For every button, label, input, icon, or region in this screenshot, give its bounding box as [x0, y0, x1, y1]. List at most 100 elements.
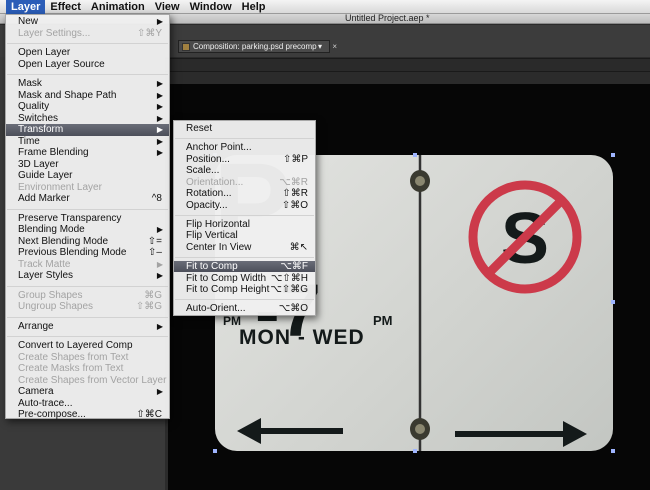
menu-item-label: Ungroup Shapes [18, 301, 94, 312]
submenu-arrow-icon: ▶ [156, 113, 163, 123]
transform-item-auto-orient[interactable]: Auto-Orient... ⌥⌘O [174, 303, 315, 315]
layer-handle-tc[interactable] [413, 153, 417, 157]
layer-handle-bc[interactable] [413, 449, 417, 453]
menu-item-guide-layer[interactable]: Guide Layer [6, 170, 169, 182]
menu-item-label: Fit to Comp [186, 260, 238, 272]
menu-item-label: Fit to Comp Height [186, 284, 270, 296]
menu-separator [175, 215, 314, 217]
submenu-arrow-icon: ▶ [156, 136, 163, 146]
menu-item-add-marker[interactable]: Add Marker ^8 [6, 193, 169, 205]
menu-item-open-layer-source[interactable]: Open Layer Source [6, 59, 169, 71]
menu-item-label: Switches [18, 112, 59, 124]
composition-tab[interactable]: Composition: parking.psd precomp ▾ × [178, 40, 337, 53]
menu-item-time[interactable]: Time ▶ [6, 136, 169, 148]
close-icon[interactable]: × [332, 41, 337, 52]
menu-separator [7, 208, 168, 210]
menu-item-open-layer[interactable]: Open Layer [6, 47, 169, 59]
layer-handle-br[interactable] [611, 449, 615, 453]
sign-days: MON - WED [239, 326, 365, 349]
transform-item-fit-to-comp-height[interactable]: Fit to Comp Height ⌥⇧⌘G [174, 284, 315, 296]
menu-item-label: Guide Layer [18, 170, 73, 181]
menu-item-frame-blending[interactable]: Frame Blending ▶ [6, 147, 169, 159]
submenu-arrow-icon: ▶ [156, 271, 163, 280]
menu-item-label: Open Layer [18, 47, 71, 58]
menu-item-preserve-transparency[interactable]: Preserve Transparency [6, 213, 169, 225]
menu-item-label: Mask and Shape Path [18, 89, 117, 101]
menu-item-label: Group Shapes [18, 289, 83, 301]
menu-item-label: Time [18, 135, 40, 147]
menu-item-mask-and-shape-path[interactable]: Mask and Shape Path ▶ [6, 90, 169, 102]
shortcut-label: ⌘↖ [289, 242, 308, 253]
transform-item-fit-to-comp[interactable]: Fit to Comp ⌥⌘F [174, 260, 315, 273]
menu-effect[interactable]: Effect [45, 0, 86, 14]
transform-item-flip-horizontal[interactable]: Flip Horizontal [174, 219, 315, 231]
menu-item-quality[interactable]: Quality ▶ [6, 101, 169, 113]
menu-separator [175, 138, 314, 140]
transform-item-orientation: Orientation... ⌥⌘R [174, 177, 315, 189]
menu-item-label: Orientation... [186, 176, 244, 188]
menu-separator [7, 336, 168, 337]
transform-item-fit-to-comp-width[interactable]: Fit to Comp Width ⌥⇧⌘H [174, 273, 315, 285]
menu-item-switches[interactable]: Switches ▶ [6, 113, 169, 125]
menu-item-label: Reset [186, 123, 213, 134]
menu-item-label: Frame Blending [18, 147, 89, 158]
layer-menu: New ▶ Layer Settings... ⇧⌘Y Open Layer Open L… [5, 14, 170, 421]
transform-item-opacity[interactable]: Opacity... ⇧⌘O [174, 200, 315, 212]
menu-animation[interactable]: Animation [86, 0, 150, 14]
menu-item-new[interactable]: New ▶ [6, 16, 169, 28]
transform-item-rotation[interactable]: Rotation... ⇧⌘R [174, 188, 315, 200]
menu-item-label: Transform [18, 124, 64, 135]
menu-item-arrange[interactable]: Arrange ▶ [6, 321, 169, 333]
shortcut-label: ⌥⌘F [280, 260, 308, 272]
menu-item-label: Auto-trace... [18, 397, 73, 409]
menu-item-pre-compose[interactable]: Pre-compose... ⇧⌘C [6, 409, 169, 421]
menu-separator [7, 285, 168, 287]
transform-item-reset[interactable]: Reset [174, 123, 315, 135]
transform-item-center-in-view[interactable]: Center In View ⌘↖ [174, 242, 315, 254]
menu-view[interactable]: View [150, 0, 185, 14]
transform-item-anchor-point[interactable]: Anchor Point... [174, 142, 315, 154]
menu-item-auto-trace[interactable]: Auto-trace... [6, 398, 169, 410]
menu-item-label: Rotation... [186, 188, 232, 200]
shortcut-label: ⌥⇧⌘H [270, 272, 308, 284]
menu-item-next-blending-mode[interactable]: Next Blending Mode ⇧= [6, 236, 169, 248]
menu-item-previous-blending-mode[interactable]: Previous Blending Mode ⇧– [6, 247, 169, 259]
shortcut-label: ⌥⇧⌘G [270, 284, 308, 296]
menu-item-label: Blending Mode [18, 224, 85, 235]
menu-layer[interactable]: Layer [6, 0, 46, 14]
layer-handle-tr[interactable] [611, 153, 615, 157]
menu-item-create-masks-from-text: Create Masks from Text [6, 363, 169, 375]
submenu-arrow-icon: ▶ [156, 387, 163, 396]
menu-help[interactable]: Help [237, 0, 271, 14]
menu-item-layer-styles[interactable]: Layer Styles ▶ [6, 270, 169, 282]
submenu-arrow-icon: ▶ [156, 148, 163, 157]
sign-time-suffix: PM [373, 313, 393, 328]
layer-handle-bl[interactable] [213, 449, 217, 453]
menu-item-label: Create Shapes from Text [18, 351, 129, 363]
menu-item-label: Add Marker [18, 193, 70, 204]
menu-item-mask[interactable]: Mask ▶ [6, 78, 169, 90]
transform-item-scale[interactable]: Scale... [174, 165, 315, 177]
chevron-down-icon[interactable]: ▾ [318, 41, 322, 52]
menu-item-blending-mode[interactable]: Blending Mode ▶ [6, 224, 169, 236]
submenu-arrow-icon: ▶ [156, 17, 163, 26]
transform-item-flip-vertical[interactable]: Flip Vertical [174, 230, 315, 242]
menu-item-label: Scale... [186, 165, 220, 177]
menu-separator [7, 74, 168, 75]
menu-item-convert-to-layered-comp[interactable]: Convert to Layered Comp [6, 340, 169, 352]
menu-item-camera[interactable]: Camera ▶ [6, 386, 169, 398]
transform-item-position[interactable]: Position... ⇧⌘P [174, 154, 315, 166]
submenu-arrow-icon: ▶ [156, 259, 163, 269]
shortcut-label: ⇧⌘O [281, 199, 308, 211]
menu-item-label: Arrange [18, 320, 54, 332]
bolt-top-inner [415, 176, 425, 186]
menu-window[interactable]: Window [185, 0, 237, 14]
menu-separator [7, 316, 168, 318]
menu-item-create-shapes-from-vector-layer: Create Shapes from Vector Layer [6, 375, 169, 387]
menu-item-3d-layer[interactable]: 3D Layer [6, 159, 169, 171]
menu-separator [7, 43, 168, 44]
layer-handle-mr[interactable] [611, 300, 615, 304]
shortcut-label: ⇧⌘C [136, 409, 162, 420]
menu-item-environment-layer: Environment Layer [6, 182, 169, 194]
menu-item-transform[interactable]: Transform ▶ [6, 124, 169, 136]
